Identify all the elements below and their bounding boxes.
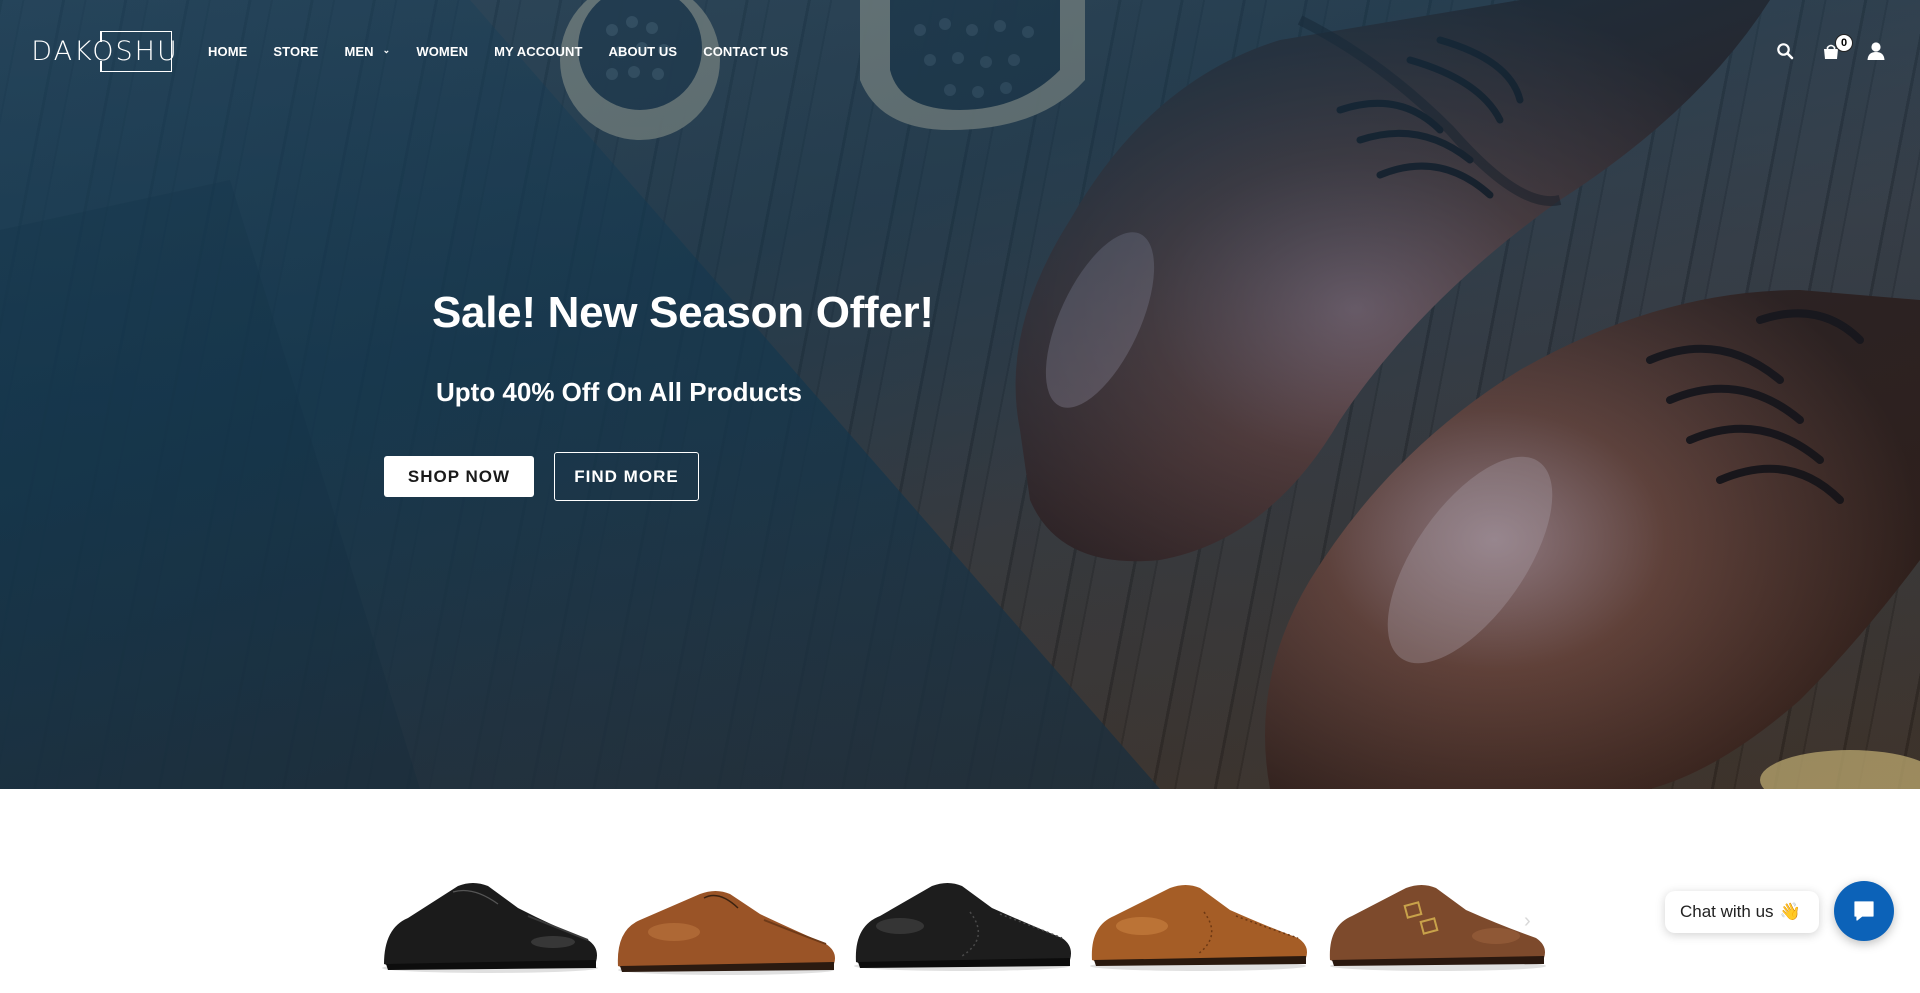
- user-icon: [1867, 42, 1885, 60]
- nav-men-label: MEN: [344, 44, 374, 59]
- hero-tint-overlay: [0, 0, 1920, 789]
- chat-with-us-prompt[interactable]: Chat with us 👋: [1665, 891, 1819, 933]
- black-wingtip-oxford-image: [854, 883, 1071, 971]
- logo-text: DAKOSHU: [31, 36, 179, 67]
- carousel-product[interactable]: [614, 868, 838, 993]
- nav-my-account-label: MY ACCOUNT: [494, 44, 583, 59]
- chat-bubble-icon: [1854, 901, 1874, 921]
- nav-store-label: STORE: [273, 44, 319, 59]
- shop-now-button[interactable]: SHOP NOW: [384, 456, 534, 497]
- nav-about-us-label: ABOUT US: [608, 44, 678, 59]
- chat-launcher-button[interactable]: [1834, 881, 1894, 941]
- carousel-product[interactable]: [378, 868, 602, 993]
- carousel-next-button[interactable]: ›: [1524, 910, 1531, 933]
- carousel-prev-button[interactable]: ‹: [384, 910, 391, 933]
- nav-home-label: HOME: [208, 44, 248, 59]
- chevron-down-icon: ⌄: [382, 45, 391, 55]
- chevron-left-icon: ‹: [384, 910, 391, 932]
- brown-double-monk-strap-image: [1329, 885, 1546, 971]
- nav-home[interactable]: HOME: [208, 44, 247, 59]
- product-carousel: [378, 868, 1548, 993]
- nav-my-account[interactable]: MY ACCOUNT: [494, 44, 582, 59]
- site-logo[interactable]: DAKOSHU: [31, 31, 177, 72]
- black-cap-toe-oxford-image: [382, 883, 598, 973]
- waving-hand-icon: 👋: [1779, 902, 1801, 921]
- main-navigation: HOME STORE MEN ⌄ WOMEN MY ACCOUNT ABOUT U…: [208, 44, 814, 59]
- nav-women-label: WOMEN: [416, 44, 469, 59]
- hero-title: Sale! New Season Offer!: [432, 288, 934, 337]
- site-header: DAKOSHU HOME STORE MEN ⌄ WOMEN MY ACCOUNT…: [0, 0, 1920, 104]
- carousel-product[interactable]: [1086, 868, 1310, 993]
- nav-men[interactable]: MEN ⌄: [344, 44, 390, 59]
- nav-store[interactable]: STORE: [273, 44, 318, 59]
- hero-subtitle: Upto 40% Off On All Products: [436, 377, 802, 407]
- tan-cap-toe-oxford-image: [617, 891, 835, 975]
- search-button[interactable]: [1773, 39, 1797, 63]
- nav-contact-us[interactable]: CONTACT US: [703, 44, 788, 59]
- nav-about-us[interactable]: ABOUT US: [609, 44, 678, 59]
- chevron-right-icon: ›: [1524, 910, 1531, 932]
- cart-count-badge: 0: [1835, 34, 1853, 52]
- chat-label: Chat with us: [1680, 902, 1774, 921]
- nav-women[interactable]: WOMEN: [416, 44, 468, 59]
- hero-banner: [0, 0, 1920, 789]
- account-button[interactable]: [1864, 39, 1888, 63]
- nav-contact-us-label: CONTACT US: [703, 44, 789, 59]
- find-more-button[interactable]: FIND MORE: [554, 452, 699, 501]
- tan-wingtip-brogue-image: [1090, 885, 1307, 971]
- carousel-product[interactable]: [1326, 868, 1550, 993]
- search-icon: [1777, 43, 1794, 60]
- carousel-product[interactable]: [850, 868, 1074, 993]
